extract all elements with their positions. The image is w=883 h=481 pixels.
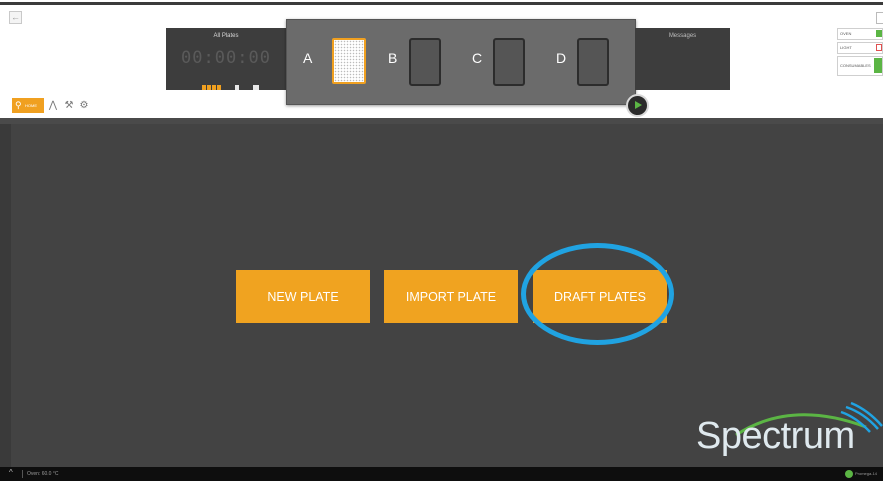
light-status: LIGHT	[837, 42, 883, 54]
slot-letter: A	[303, 50, 313, 66]
empty-slot-icon	[493, 38, 525, 86]
play-button[interactable]	[626, 94, 649, 117]
plate-slot-c[interactable]: C	[472, 38, 562, 86]
plate-slot-b[interactable]: B	[388, 38, 478, 86]
plate-slot-a[interactable]: A	[303, 38, 393, 86]
import-plate-button[interactable]: IMPORT PLATE	[384, 270, 518, 323]
plate-tray-panel: A B C D	[286, 19, 649, 117]
consumables-indicator	[874, 58, 882, 73]
gear-icon[interactable]: ⚙	[78, 98, 90, 113]
oven-status: OVEN	[837, 28, 883, 40]
spectrum-logo: Spectrum	[696, 399, 883, 469]
slot-letter: C	[472, 50, 483, 66]
top-bar: ← All Plates 00:00:00 A B C D Messages O…	[0, 0, 883, 118]
slot-letter: D	[556, 50, 567, 66]
oven-temperature: Oven: 60.0 °C	[27, 471, 59, 477]
consumables-status: CONSUMABLES	[837, 56, 883, 76]
top-divider	[0, 2, 883, 5]
instrument-status: OVEN LIGHT CONSUMABLES	[837, 28, 883, 78]
oven-label: OVEN	[840, 31, 852, 36]
plate-progress-indicator	[202, 77, 260, 90]
connection-label: Promega-14	[855, 471, 878, 476]
messages-panel: Messages	[635, 28, 730, 90]
empty-slot-icon	[409, 38, 441, 86]
home-tab-label: HOME	[25, 103, 37, 108]
microplate-icon	[332, 38, 366, 84]
slot-letter: B	[388, 50, 398, 66]
arrow-left-icon: ←	[11, 12, 20, 22]
messages-title: Messages	[668, 33, 697, 39]
status-bar: ^ Oven: 60.0 °C Promega-14	[0, 467, 883, 481]
all-plates-timer: All Plates 00:00:00	[166, 28, 286, 90]
chevron-up-icon[interactable]: ^	[9, 468, 13, 477]
timer-title: All Plates	[213, 33, 239, 39]
chart-icon[interactable]: ⋀	[47, 98, 59, 113]
empty-slot-icon	[577, 38, 609, 86]
home-tab[interactable]: ⚲ HOME	[12, 98, 44, 113]
status-separator	[22, 470, 23, 478]
plate-slot-d[interactable]: D	[556, 38, 646, 86]
light-indicator	[876, 44, 882, 51]
new-plate-button[interactable]: NEW PLATE	[236, 270, 370, 323]
light-label: LIGHT	[840, 45, 852, 50]
connection-status-dot	[845, 470, 853, 478]
window-menu-button[interactable]	[876, 12, 883, 24]
logo-text: Spectrum	[696, 415, 855, 457]
consumables-label: CONSUMABLES	[840, 63, 871, 68]
back-button[interactable]: ←	[9, 11, 22, 24]
timer-display: 00:00:00	[181, 48, 271, 68]
wrench-icon[interactable]: ⚒	[63, 98, 75, 113]
oven-indicator	[876, 30, 882, 37]
draft-plates-button[interactable]: DRAFT PLATES	[533, 270, 667, 323]
runner-icon: ⚲	[15, 100, 22, 110]
